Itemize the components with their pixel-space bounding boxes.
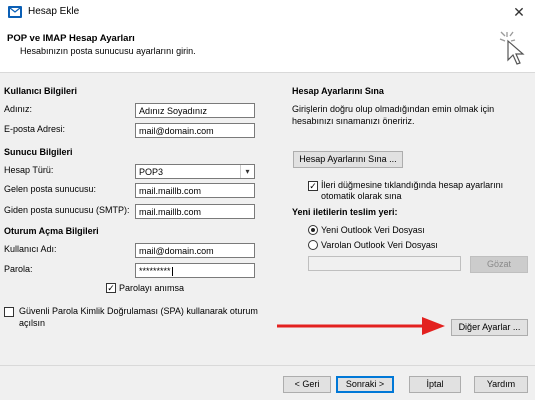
account-type-label: Hesap Türü:: [4, 165, 54, 175]
test-description-line1: Girişlerin doğru olup olmadığından emin …: [292, 104, 495, 114]
help-button[interactable]: Yardım: [474, 376, 528, 393]
section-server-info: Sunucu Bilgileri: [4, 147, 73, 157]
remember-password-checkbox[interactable]: ✓: [106, 283, 116, 293]
section-user-info: Kullanıcı Bilgileri: [4, 86, 78, 96]
data-file-path-input: [308, 256, 461, 271]
incoming-server-input[interactable]: mail.maillb.com: [135, 183, 255, 198]
password-mask: *********: [139, 266, 171, 276]
password-label: Parola:: [4, 264, 33, 274]
more-settings-button[interactable]: Diğer Ayarlar ...: [451, 319, 528, 336]
cancel-button[interactable]: İptal: [409, 376, 461, 393]
email-label: E-posta Adresi:: [4, 124, 66, 134]
outlook-icon: [8, 6, 22, 18]
outgoing-server-input[interactable]: mail.maillb.com: [135, 204, 255, 219]
next-button[interactable]: Sonraki >: [336, 376, 394, 393]
auto-test-checkbox[interactable]: ✓: [308, 181, 318, 191]
header-subtitle: Hesabınızın posta sunucusu ayarlarını gi…: [20, 46, 196, 56]
chevron-down-icon[interactable]: ▾: [240, 165, 254, 178]
auto-test-label-line2: otomatik olarak sına: [321, 191, 402, 201]
spa-label-line2: açılsın: [19, 318, 46, 328]
new-data-file-label: Yeni Outlook Veri Dosyası: [321, 225, 425, 235]
section-login-info: Oturum Açma Bilgileri: [4, 226, 99, 236]
window-titlebar: Hesap Ekle ✕: [0, 0, 535, 24]
click-cursor-icon: [499, 31, 525, 65]
name-label: Adınız:: [4, 104, 33, 114]
account-type-value: POP3: [139, 167, 164, 177]
spa-label-line1: Güvenli Parola Kimlik Doğrulaması (SPA) …: [19, 306, 258, 316]
delivery-section-label: Yeni iletilerin teslim yeri:: [292, 207, 398, 217]
password-input[interactable]: *********: [135, 263, 255, 278]
close-icon[interactable]: ✕: [505, 0, 533, 24]
test-description-line2: hesabınızı sınamanızı öneririz.: [292, 116, 415, 126]
username-label: Kullanıcı Adı:: [4, 244, 57, 254]
remember-password-label: Parolayı anımsa: [119, 283, 185, 293]
outgoing-server-label: Giden posta sunucusu (SMTP):: [4, 205, 130, 215]
test-account-settings-button[interactable]: Hesap Ayarlarını Sına ...: [293, 151, 403, 168]
name-input[interactable]: Adınız Soyadınız: [135, 103, 255, 118]
back-button[interactable]: < Geri: [283, 376, 331, 393]
dialog-header: POP ve IMAP Hesap Ayarları Hesabınızın p…: [0, 24, 535, 73]
username-input[interactable]: mail@domain.com: [135, 243, 255, 258]
browse-button: Gözat: [470, 256, 528, 273]
auto-test-label-line1: İleri düğmesine tıklandığında hesap ayar…: [321, 180, 504, 190]
incoming-server-label: Gelen posta sunucusu:: [4, 184, 97, 194]
spa-checkbox[interactable]: [4, 307, 14, 317]
existing-data-file-label: Varolan Outlook Veri Dosyası: [321, 240, 438, 250]
text-caret: [171, 267, 173, 277]
annotation-arrow-icon: [277, 317, 445, 335]
section-test-settings: Hesap Ayarlarını Sına: [292, 86, 384, 96]
account-type-select[interactable]: POP3 ▾: [135, 164, 255, 179]
email-input[interactable]: mail@domain.com: [135, 123, 255, 138]
window-title: Hesap Ekle: [28, 6, 80, 17]
existing-data-file-radio[interactable]: [308, 240, 318, 250]
new-data-file-radio[interactable]: [308, 225, 318, 235]
footer-divider: [0, 365, 535, 366]
header-title: POP ve IMAP Hesap Ayarları: [7, 33, 135, 44]
